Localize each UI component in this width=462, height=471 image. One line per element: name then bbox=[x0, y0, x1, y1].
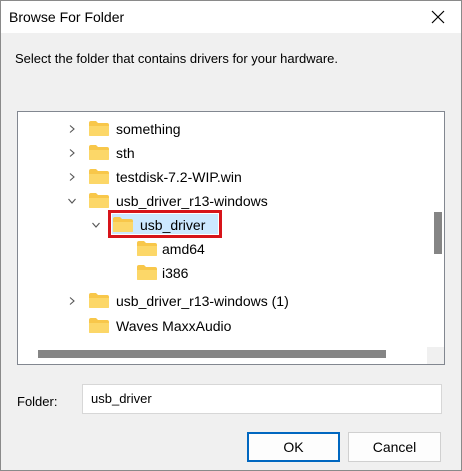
folder-icon bbox=[89, 169, 109, 184]
tree-item-label: i386 bbox=[162, 265, 189, 281]
close-icon bbox=[431, 10, 445, 24]
instruction-text: Select the folder that contains drivers … bbox=[15, 51, 338, 66]
tree-item-label: Waves MaxxAudio bbox=[116, 318, 232, 334]
chevron-right-icon[interactable] bbox=[67, 172, 77, 182]
tree-item-i386[interactable]: i386 bbox=[18, 261, 418, 285]
chevron-right-icon[interactable] bbox=[67, 124, 77, 134]
folder-icon bbox=[89, 145, 109, 160]
folder-icon bbox=[89, 193, 109, 208]
tree-item-label: something bbox=[116, 121, 181, 137]
window-title: Browse For Folder bbox=[9, 9, 125, 25]
chevron-right-icon[interactable] bbox=[67, 296, 77, 306]
tree-item-sth[interactable]: sth bbox=[18, 141, 418, 165]
horizontal-scrollbar-thumb[interactable] bbox=[38, 350, 386, 358]
folder-field-label: Folder: bbox=[17, 394, 58, 409]
folder-icon bbox=[137, 241, 157, 256]
scrollbar-corner bbox=[427, 347, 444, 364]
chevron-right-icon[interactable] bbox=[67, 148, 77, 158]
vertical-scrollbar-thumb[interactable] bbox=[434, 212, 442, 254]
browse-for-folder-dialog: Browse For Folder Select the folder that… bbox=[0, 0, 462, 471]
tree-item-amd64[interactable]: amd64 bbox=[18, 237, 418, 261]
tree-item-testdisk[interactable]: testdisk-7.2-WIP.win bbox=[18, 165, 418, 189]
tree-item-usb-driver-r13-windows-1[interactable]: usb_driver_r13-windows (1) bbox=[18, 289, 418, 313]
vertical-scrollbar[interactable] bbox=[427, 112, 444, 348]
tree-item-something[interactable]: something bbox=[18, 117, 418, 141]
title-bar: Browse For Folder bbox=[1, 1, 461, 33]
folder-tree[interactable]: something sth testdisk-7.2-WIP.win usb_d… bbox=[17, 111, 445, 365]
folder-icon bbox=[89, 293, 109, 308]
ok-button[interactable]: OK bbox=[247, 432, 340, 462]
selection-highlight-box bbox=[108, 210, 222, 238]
tree-item-label: amd64 bbox=[162, 241, 205, 257]
tree-item-label: usb_driver_r13-windows bbox=[116, 193, 268, 209]
tree-item-waves-maxxaudio[interactable]: Waves MaxxAudio bbox=[18, 314, 418, 338]
tree-item-label: usb_driver_r13-windows (1) bbox=[116, 293, 289, 309]
horizontal-scrollbar[interactable] bbox=[18, 347, 444, 364]
cancel-button[interactable]: Cancel bbox=[348, 432, 441, 462]
folder-icon bbox=[89, 121, 109, 136]
close-button[interactable] bbox=[415, 1, 461, 33]
folder-icon bbox=[137, 265, 157, 280]
folder-field[interactable]: usb_driver bbox=[82, 384, 442, 414]
tree-item-label: testdisk-7.2-WIP.win bbox=[116, 169, 242, 185]
folder-icon bbox=[89, 318, 109, 333]
chevron-down-icon[interactable] bbox=[91, 220, 101, 230]
tree-item-label: sth bbox=[116, 145, 135, 161]
chevron-down-icon[interactable] bbox=[67, 196, 77, 206]
